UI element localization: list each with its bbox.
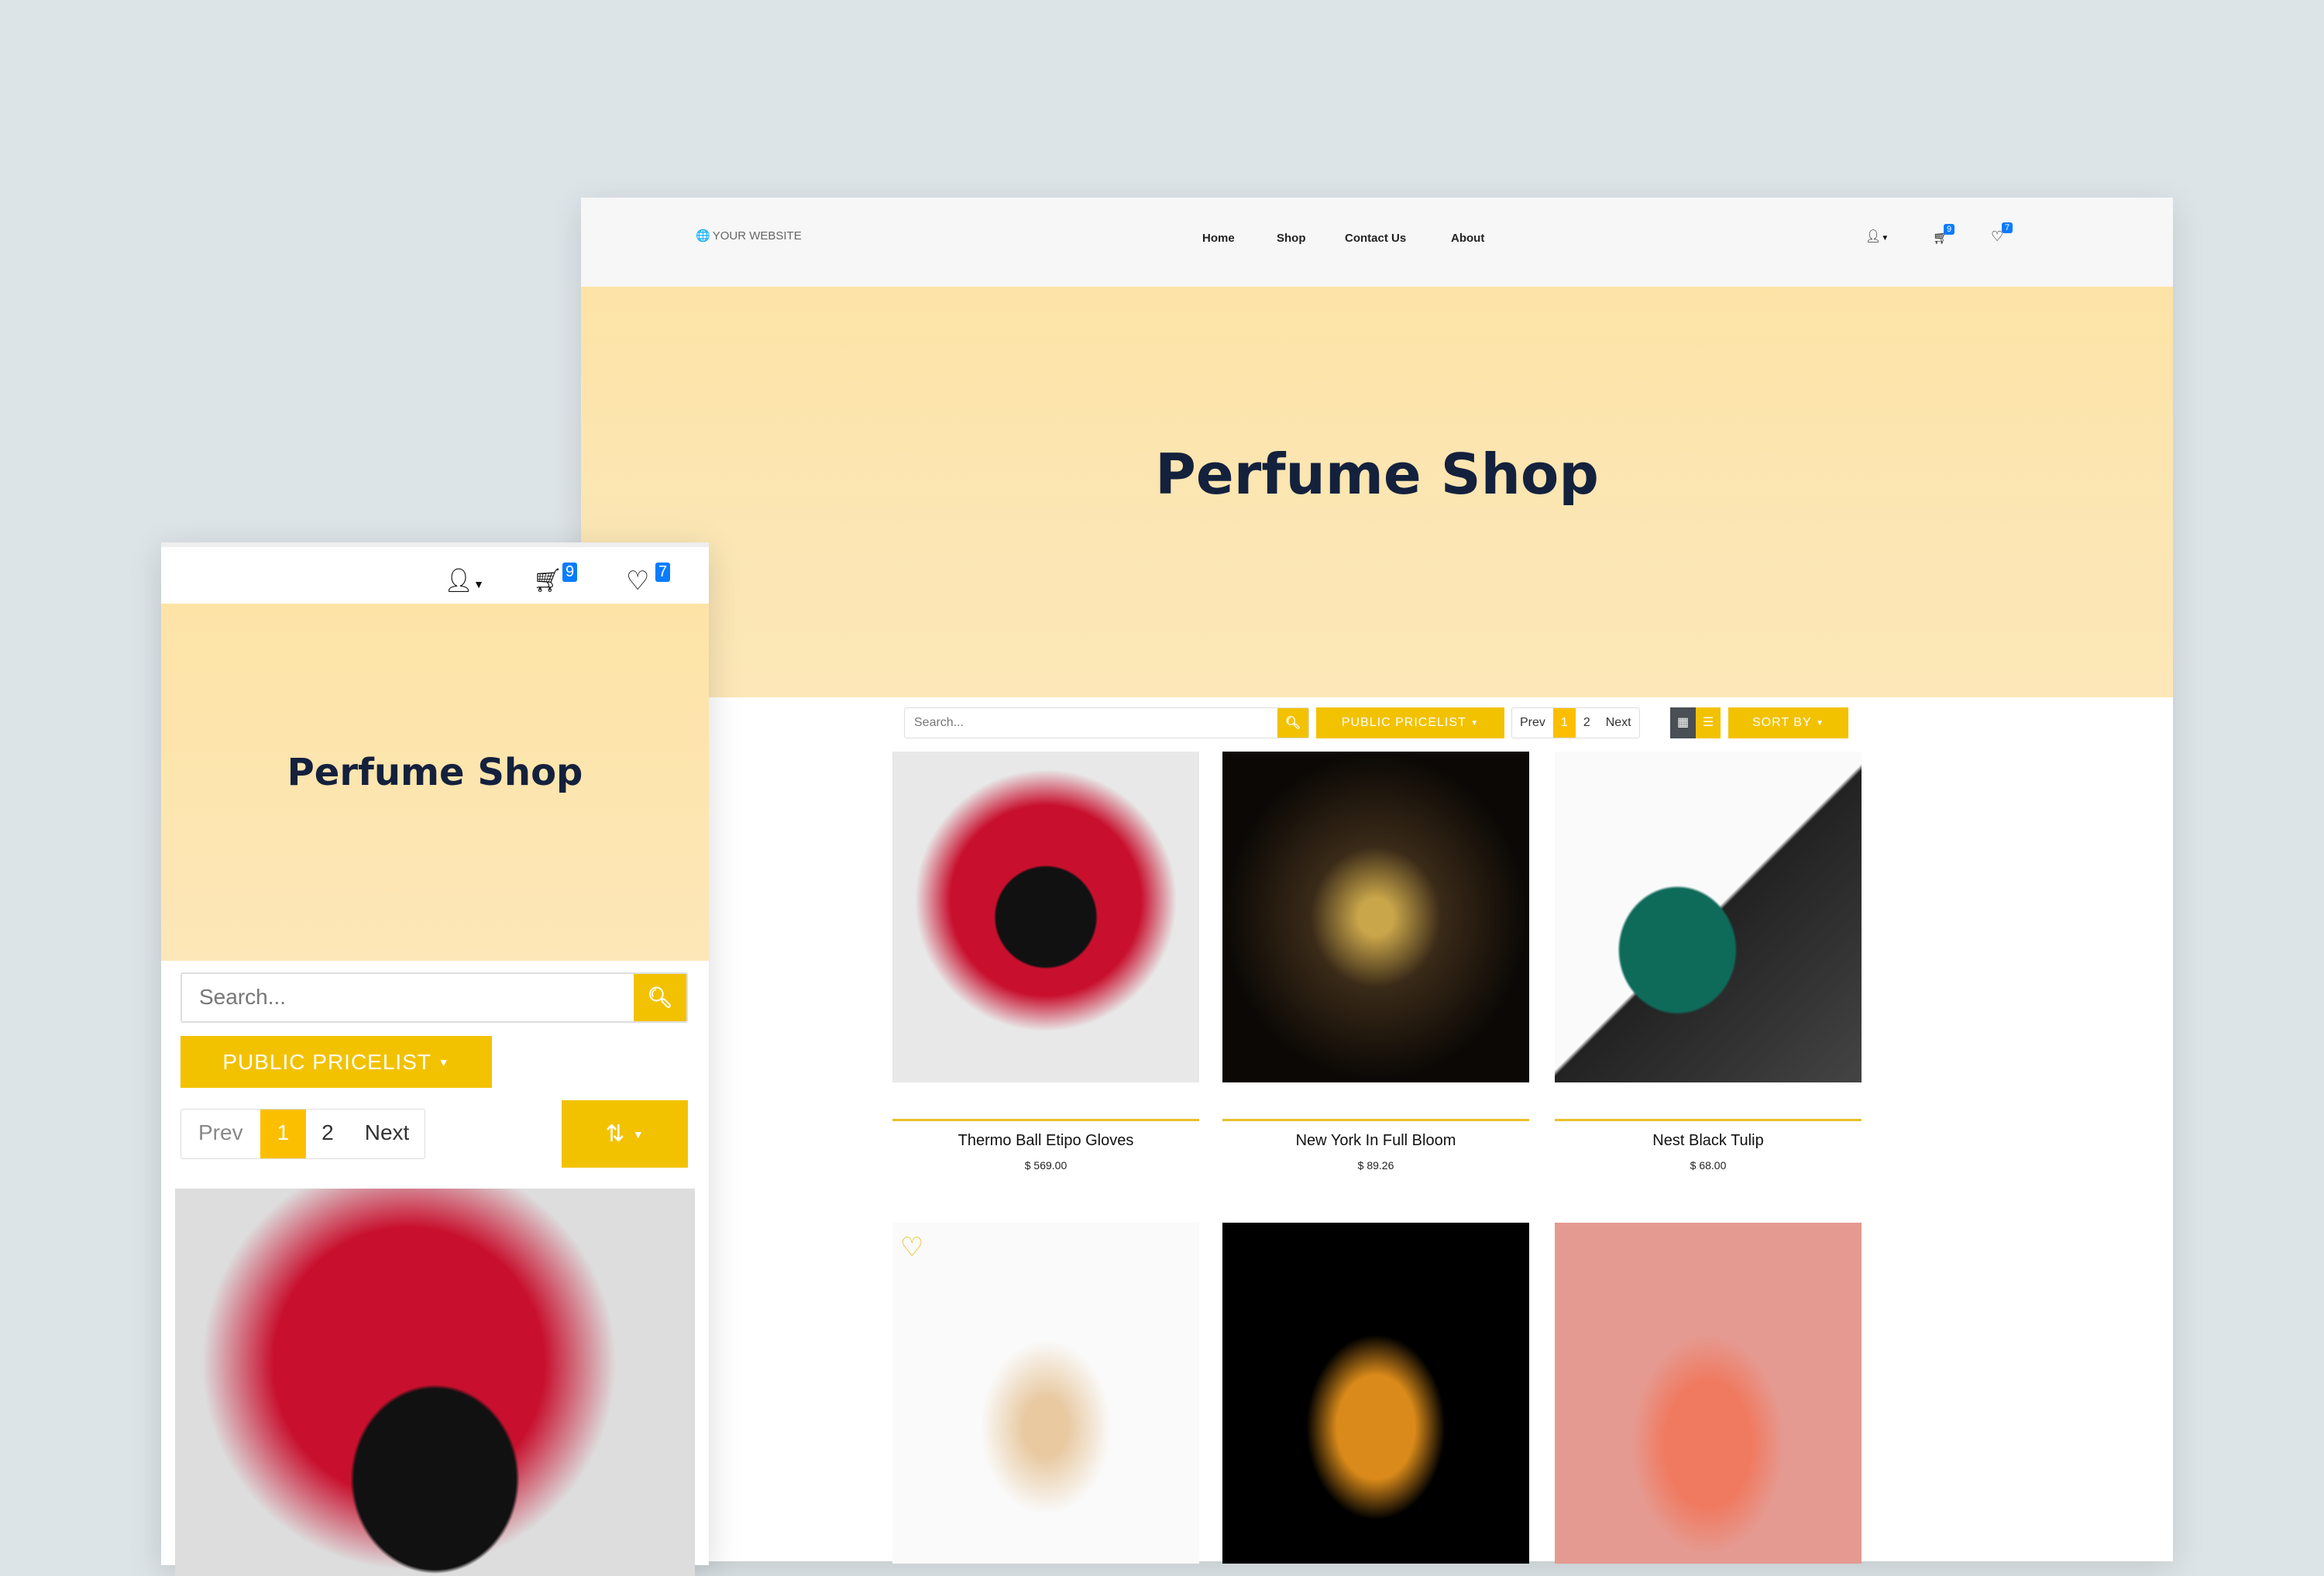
pager-prev[interactable]: Prev — [181, 1110, 260, 1158]
user-icon: 👤︎ — [1865, 230, 1882, 243]
hero-banner: Perfume Shop — [581, 287, 2173, 697]
heart-icon: ♡ — [626, 566, 650, 596]
pager-page-1[interactable]: 1 — [1552, 708, 1576, 738]
divider — [892, 1119, 1199, 1121]
pager-next[interactable]: Next — [1598, 708, 1639, 738]
user-icon: 👤︎ — [444, 568, 474, 594]
product-price: $ 68.00 — [1690, 1159, 1727, 1172]
nav-shop[interactable]: Shop — [1277, 232, 1306, 245]
product-image[interactable] — [1222, 1223, 1529, 1564]
cart-button[interactable]: 🛒︎ 9 — [533, 563, 578, 594]
product-image[interactable] — [1555, 1223, 1862, 1564]
list-view-toggle[interactable]: ☰ — [1696, 707, 1721, 738]
product-name[interactable]: Nest Black Tulip — [1555, 1132, 1862, 1150]
search-icon[interactable]: 🔍︎ — [634, 974, 686, 1021]
caret-down-icon: ▼ — [438, 1055, 450, 1068]
header: 🌐 YOUR WEBSITE Home Shop Contact Us About… — [581, 198, 2173, 287]
product-image[interactable] — [175, 1189, 695, 1576]
nav-home[interactable]: Home — [1202, 232, 1235, 245]
wishlist-button[interactable]: ♡ 7 — [626, 563, 671, 597]
logo-text: YOUR WEBSITE — [712, 229, 802, 243]
desktop-window: 🌐 YOUR WEBSITE Home Shop Contact Us About… — [581, 198, 2173, 1564]
pager-prev[interactable]: Prev — [1512, 708, 1553, 738]
product-card[interactable]: Thermo Ball Etipo Gloves $ 569.00 — [892, 752, 1199, 1172]
caret-down-icon: ▼ — [1816, 718, 1824, 728]
cart-badge: 9 — [562, 563, 578, 582]
pricelist-label: PUBLIC PRICELIST — [222, 1049, 431, 1074]
caret-down-icon: ▼ — [1470, 718, 1480, 728]
divider — [1222, 1119, 1529, 1121]
product-card[interactable] — [1555, 1223, 1862, 1564]
sort-button[interactable]: ⇅ ▼ — [562, 1100, 688, 1168]
hero-banner: Perfume Shop — [161, 604, 709, 961]
page-title: Perfume Shop — [287, 751, 583, 794]
product-card[interactable]: New York In Full Bloom $ 89.26 — [1222, 752, 1529, 1172]
cart-icon: 🛒︎ — [533, 568, 563, 594]
caret-down-icon: ▼ — [632, 1127, 645, 1141]
pager-page-1[interactable]: 1 — [260, 1110, 307, 1158]
user-menu[interactable]: 👤︎▼ — [444, 567, 484, 594]
search-input[interactable]: Search... 🔍︎ — [180, 972, 688, 1023]
heart-icon[interactable]: ♡ — [900, 1232, 923, 1263]
nav-contact[interactable]: Contact Us — [1345, 232, 1406, 245]
search-placeholder: Search... — [914, 716, 964, 729]
divider — [1555, 1119, 1862, 1121]
sort-dropdown[interactable]: SORT BY ▼ — [1728, 707, 1848, 738]
search-input[interactable]: Search... 🔍︎ — [904, 707, 1309, 738]
product-name[interactable]: New York In Full Bloom — [1222, 1132, 1529, 1150]
list-icon: ☰ — [1702, 716, 1714, 729]
product-price: $ 89.26 — [1357, 1159, 1394, 1172]
product-image[interactable] — [1222, 752, 1529, 1082]
pricelist-dropdown[interactable]: PUBLIC PRICELIST ▼ — [1316, 707, 1504, 738]
caret-down-icon: ▼ — [473, 578, 484, 590]
sort-label: SORT BY — [1752, 716, 1812, 729]
user-menu[interactable]: 👤︎▼ — [1865, 229, 1889, 244]
nav-about[interactable]: About — [1451, 232, 1484, 245]
product-name[interactable]: Thermo Ball Etipo Gloves — [892, 1132, 1199, 1150]
product-card[interactable]: ♡ — [892, 1223, 1199, 1564]
wishlist-badge: 7 — [655, 563, 671, 582]
cart-button[interactable]: 🛒︎ 9 — [1933, 224, 1955, 246]
product-image[interactable] — [1555, 752, 1862, 1082]
search-placeholder: Search... — [199, 985, 287, 1009]
pagination: Prev 1 2 Next — [180, 1109, 426, 1159]
pager-page-2[interactable]: 2 — [306, 1110, 349, 1158]
page-title: Perfume Shop — [1155, 442, 1599, 507]
grid-view-toggle[interactable]: ▦ — [1670, 707, 1696, 738]
globe-icon: 🌐 — [696, 229, 710, 243]
mobile-header: 👤︎▼ 🛒︎ 9 ♡ 7 — [161, 542, 709, 604]
caret-down-icon: ▼ — [1881, 234, 1889, 243]
pricelist-label: PUBLIC PRICELIST — [1341, 716, 1466, 729]
grid-icon: ▦ — [1676, 716, 1690, 729]
product-image[interactable] — [892, 752, 1199, 1082]
pager-next[interactable]: Next — [349, 1110, 425, 1158]
site-logo[interactable]: 🌐 YOUR WEBSITE — [696, 229, 802, 243]
product-image[interactable] — [892, 1223, 1199, 1564]
pricelist-dropdown[interactable]: PUBLIC PRICELIST ▼ — [180, 1036, 492, 1088]
pagination: Prev 1 2 Next — [1511, 707, 1640, 738]
cart-badge: 9 — [1944, 224, 1955, 235]
product-card[interactable] — [1222, 1223, 1529, 1564]
search-icon[interactable]: 🔍︎ — [1277, 708, 1308, 738]
wishlist-badge: 7 — [2002, 222, 2013, 233]
mobile-window: 👤︎▼ 🛒︎ 9 ♡ 7 Perfume Shop Search... 🔍︎ PUBL… — [161, 542, 709, 1576]
sort-icon: ⇅ — [605, 1121, 626, 1147]
pager-page-2[interactable]: 2 — [1576, 708, 1598, 738]
wishlist-button[interactable]: ♡ 7 — [1991, 222, 2013, 245]
product-price: $ 569.00 — [1024, 1159, 1067, 1172]
product-card[interactable]: Nest Black Tulip $ 68.00 — [1555, 752, 1862, 1172]
